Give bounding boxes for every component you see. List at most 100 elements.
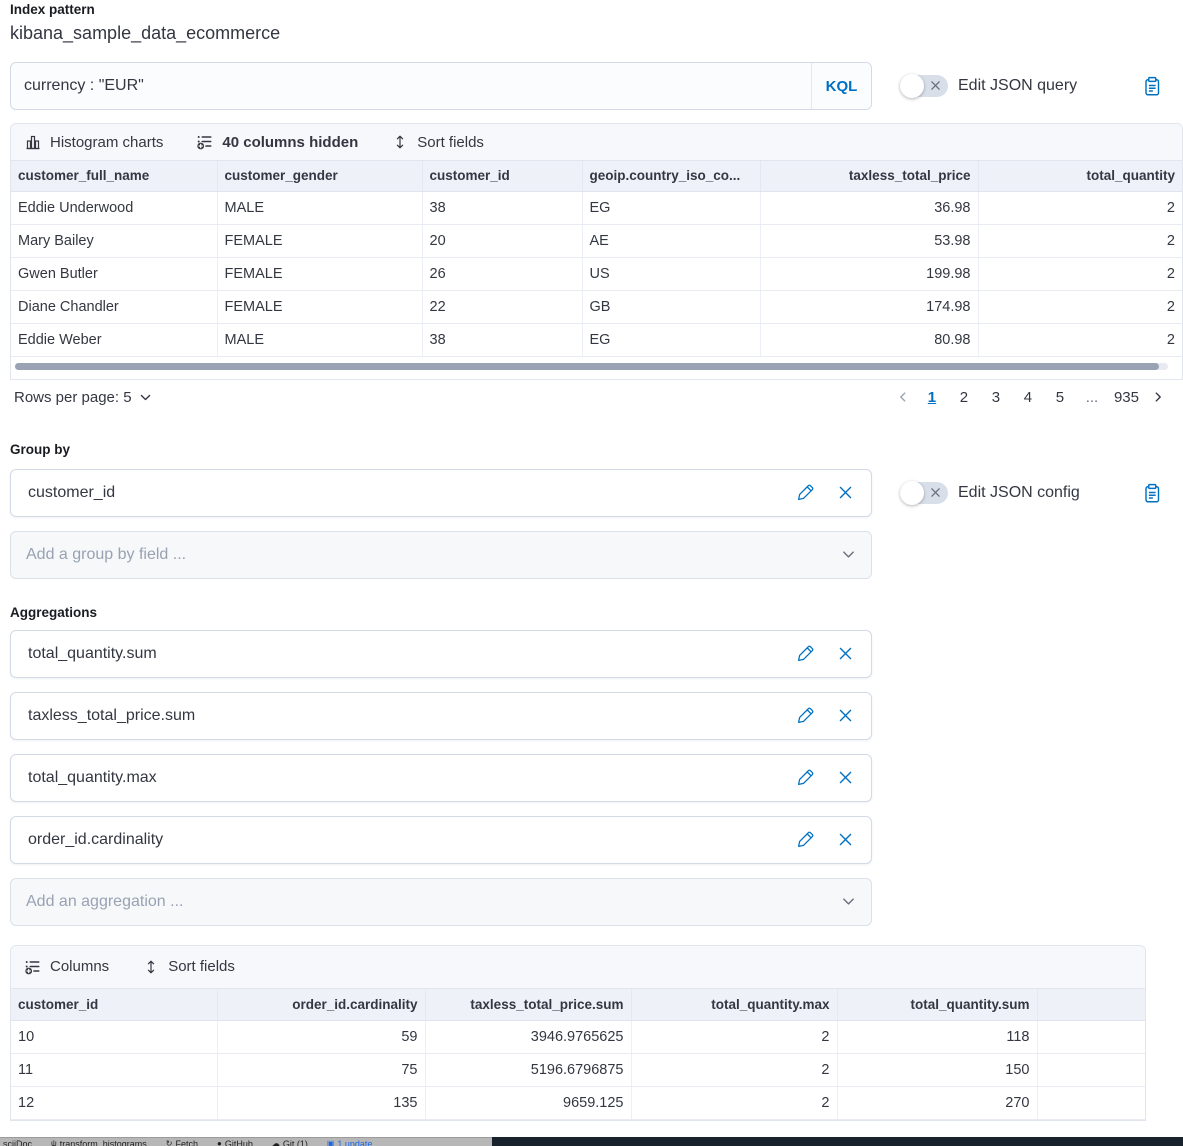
remove-icon[interactable]	[837, 484, 854, 501]
table-row: Mary Bailey FEMALE 20 AE 53.98 2	[11, 224, 1182, 257]
column-header[interactable]: customer_full_name	[11, 161, 217, 191]
pencil-icon[interactable]	[797, 645, 814, 662]
table-cell: 9659.125	[425, 1087, 631, 1120]
horizontal-scrollbar-thumb[interactable]	[15, 363, 1159, 370]
page-number[interactable]: 2	[954, 389, 974, 406]
columns-button[interactable]: Columns	[25, 958, 109, 975]
table-cell: 2	[978, 191, 1182, 224]
column-header[interactable]: total_quantity.sum	[837, 989, 1037, 1021]
group-by-item: customer_id	[10, 469, 872, 517]
table-cell: GB	[582, 290, 760, 323]
clipboard-icon[interactable]	[1141, 482, 1161, 504]
remove-icon[interactable]	[837, 707, 854, 724]
page-number[interactable]: 5	[1050, 389, 1070, 406]
statusbar-item[interactable]: ↻Fetch	[166, 1138, 198, 1146]
chevron-down-icon	[139, 391, 152, 404]
table-cell: 11	[11, 1054, 217, 1087]
statusbar-item[interactable]: sciiDoc	[3, 1138, 32, 1146]
sort-fields-button[interactable]: Sort fields	[143, 958, 235, 975]
column-header[interactable]: customer_gender	[217, 161, 422, 191]
remove-icon[interactable]	[837, 831, 854, 848]
preview-header-row: customer_id order_id.cardinality taxless…	[11, 989, 1145, 1021]
column-header[interactable]: customer_id	[11, 989, 217, 1021]
next-page-icon[interactable]	[1151, 390, 1165, 404]
group-by-item-label: customer_id	[28, 484, 797, 502]
source-table-panel: Histogram charts 40 columns hidden Sort …	[10, 123, 1183, 380]
table-cell: 174.98	[760, 290, 978, 323]
rows-per-page-label: Rows per page: 5	[14, 389, 132, 406]
pencil-icon[interactable]	[797, 484, 814, 501]
query-input[interactable]: currency : "EUR" KQL	[10, 62, 872, 110]
table-cell: Diane Chandler	[11, 290, 217, 323]
edit-json-config-switch[interactable]	[900, 482, 948, 504]
aggregations-label: Aggregations	[10, 605, 1183, 620]
edit-json-query-switch[interactable]	[900, 75, 948, 97]
histogram-charts-button[interactable]: Histogram charts	[25, 134, 163, 151]
column-header[interactable]: total_quantity.max	[631, 989, 837, 1021]
rows-per-page-button[interactable]: Rows per page: 5	[10, 389, 152, 406]
column-header[interactable]: total_quantity	[978, 161, 1182, 191]
table-cell: 270	[837, 1087, 1037, 1120]
statusbar-item-label: sciiDoc	[3, 1138, 32, 1146]
table-cell: MALE	[217, 323, 422, 356]
page-number[interactable]: 935	[1114, 389, 1139, 406]
statusbar-item[interactable]: ψtransform_histograms	[51, 1138, 147, 1146]
column-header[interactable]: taxless_total_price.sum	[425, 989, 631, 1021]
add-aggregation-select[interactable]: Add an aggregation ...	[10, 878, 872, 926]
table-cell: 59	[217, 1021, 425, 1054]
remove-icon[interactable]	[837, 645, 854, 662]
table-cell: 12	[11, 1087, 217, 1120]
table-cell: US	[582, 257, 760, 290]
page-number[interactable]: 4	[1018, 389, 1038, 406]
index-pattern-value: kibana_sample_data_ecommerce	[10, 23, 1183, 44]
preview-table-panel: Columns Sort fields customer_id order_id…	[10, 945, 1146, 1122]
sort-fields-label: Sort fields	[168, 958, 235, 975]
page-number[interactable]: 1	[922, 389, 942, 406]
column-header[interactable]: customer_id	[422, 161, 582, 191]
page-number[interactable]: 3	[986, 389, 1006, 406]
columns-hidden-button[interactable]: 40 columns hidden	[197, 134, 358, 151]
clipboard-icon[interactable]	[1141, 75, 1161, 97]
git-branch-icon: ψ	[51, 1138, 57, 1146]
sort-icon	[143, 959, 159, 975]
aggregation-item: total_quantity.sum	[10, 630, 872, 678]
sort-fields-button[interactable]: Sort fields	[392, 134, 484, 151]
horizontal-scrollbar[interactable]	[15, 363, 1168, 370]
edit-json-query-label: Edit JSON query	[958, 77, 1077, 95]
page-ellipsis: ...	[1082, 389, 1102, 406]
table-cell: 75	[217, 1054, 425, 1087]
desktop-background	[492, 1137, 1183, 1146]
sort-fields-label: Sort fields	[417, 134, 484, 151]
statusbar-item[interactable]: ☁Git (1)	[272, 1138, 308, 1146]
statusbar-update-item[interactable]: ▣1 update	[327, 1138, 373, 1146]
table-cell: 2	[631, 1054, 837, 1087]
filler-cell	[1037, 1021, 1145, 1054]
pagination-pages: 1 2 3 4 5 ... 935	[896, 389, 1173, 406]
column-header[interactable]: geoip.country_iso_co...	[582, 161, 760, 191]
previous-page-icon[interactable]	[896, 390, 910, 404]
table-cell: 135	[217, 1087, 425, 1120]
column-header[interactable]: order_id.cardinality	[217, 989, 425, 1021]
remove-icon[interactable]	[837, 769, 854, 786]
filler-cell	[1037, 1087, 1145, 1120]
pencil-icon[interactable]	[797, 769, 814, 786]
statusbar-item-label: Git (1)	[283, 1138, 308, 1146]
index-pattern-label: Index pattern	[10, 2, 1183, 17]
table-cell: 5196.6796875	[425, 1054, 631, 1087]
table-cell: 2	[978, 224, 1182, 257]
statusbar-item[interactable]: ●GitHub	[217, 1138, 253, 1146]
edit-json-config-label: Edit JSON config	[958, 484, 1080, 502]
pencil-icon[interactable]	[797, 831, 814, 848]
column-header[interactable]: taxless_total_price	[760, 161, 978, 191]
table-row: 12 135 9659.125 2 270	[11, 1087, 1145, 1120]
table-cell: 53.98	[760, 224, 978, 257]
table-row: Eddie Underwood MALE 38 EG 36.98 2	[11, 191, 1182, 224]
kql-language-button[interactable]: KQL	[811, 63, 871, 109]
aggregation-row: order_id.cardinality	[10, 816, 1173, 864]
table-row: 10 59 3946.9765625 2 118	[11, 1021, 1145, 1054]
add-group-by-select[interactable]: Add a group by field ...	[10, 531, 872, 579]
table-row: 11 75 5196.6796875 2 150	[11, 1054, 1145, 1087]
status-bar: sciiDoc ψtransform_histograms ↻Fetch ●Gi…	[0, 1137, 1183, 1146]
aggregation-item-label: order_id.cardinality	[28, 831, 797, 849]
pencil-icon[interactable]	[797, 707, 814, 724]
